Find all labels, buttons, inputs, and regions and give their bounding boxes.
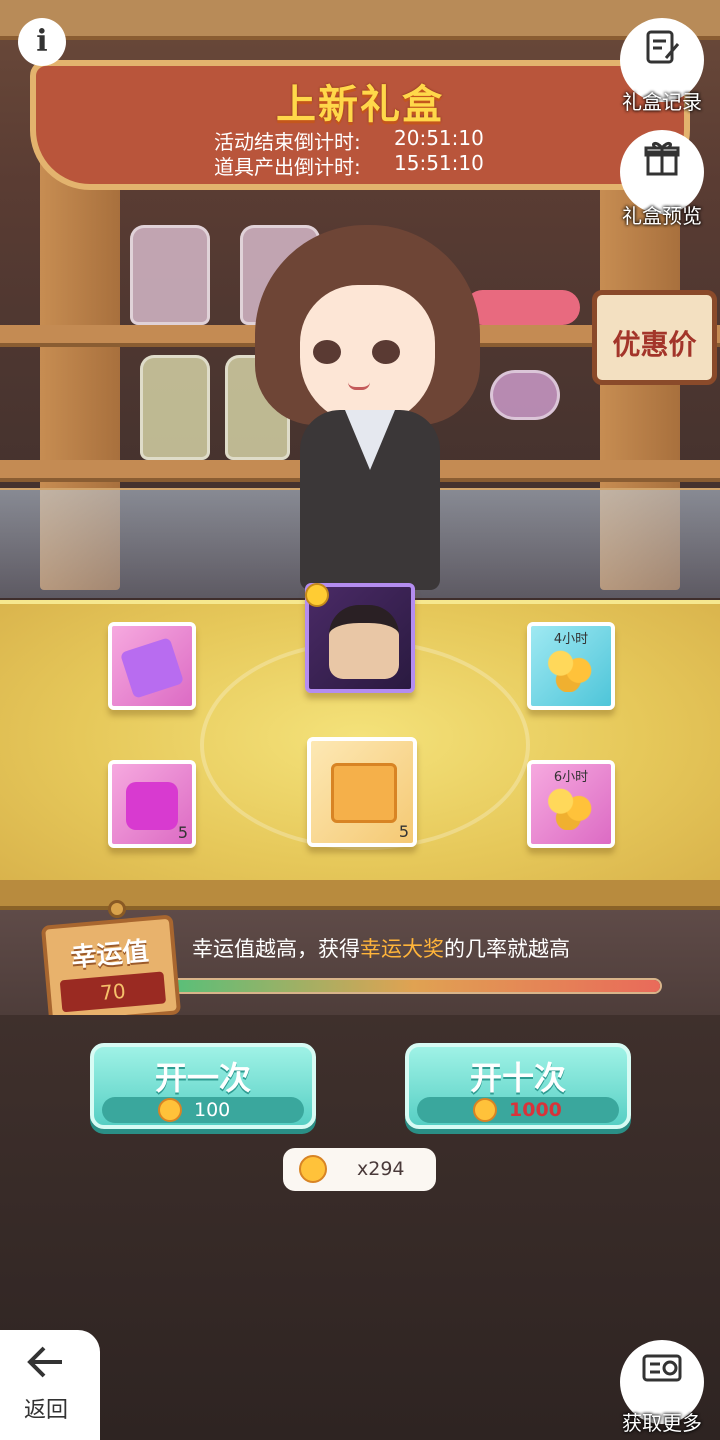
- reward-card-chest[interactable]: 5: [307, 737, 417, 847]
- gift-record-label: 礼盒记录: [622, 90, 702, 114]
- info-icon: i: [36, 24, 48, 59]
- open-once-cost-value: 100: [194, 1099, 231, 1121]
- plaque-pin: [108, 900, 126, 918]
- item-output-value: 15:51:10: [394, 151, 484, 175]
- open-ten-label: 开十次: [469, 1059, 566, 1097]
- pink-box-icon: [126, 782, 178, 830]
- character-eye: [313, 340, 341, 364]
- candy-bowl: [490, 370, 560, 420]
- luck-text-highlight: 幸运大奖: [360, 937, 444, 961]
- ticket-icon: [620, 1348, 704, 1397]
- gold-coins-icon: [545, 644, 597, 692]
- luck-value: 70: [59, 971, 167, 1013]
- coin-icon: [299, 1155, 327, 1183]
- item-output-countdown: 道具产出倒计时: 15:51:10: [214, 151, 514, 180]
- ceiling-beam: [0, 0, 720, 40]
- coin-balance: x294: [283, 1148, 436, 1191]
- luck-label: 幸运值: [69, 936, 150, 974]
- reward-card-hero[interactable]: [305, 583, 415, 693]
- reward-card-coins-6h[interactable]: 6小时: [527, 760, 615, 848]
- gift-box-screen: 上新礼盒 活动结束倒计时: 20:51:10 道具产出倒计时: 15:51:10…: [0, 0, 720, 1440]
- open-ten-button[interactable]: 开十次 1000: [405, 1043, 631, 1129]
- hero-badge-icon: [305, 583, 329, 607]
- gold-coins-icon: [545, 782, 597, 830]
- luck-progress-bar: [165, 978, 662, 994]
- discount-sign-text: 优惠价: [612, 328, 697, 361]
- luck-description: 幸运值越高，获得幸运大奖的几率就越高: [192, 933, 570, 963]
- hero-portrait-icon: [329, 605, 399, 679]
- coin-icon: [158, 1098, 182, 1122]
- coin-balance-value: x294: [357, 1158, 405, 1180]
- back-button[interactable]: 返回: [0, 1330, 100, 1440]
- coin-icon: [473, 1098, 497, 1122]
- gift-icon: [620, 138, 704, 187]
- item-output-label: 道具产出倒计时:: [214, 155, 361, 179]
- treasure-chest-icon: [331, 763, 397, 823]
- luck-plaque: 幸运值 70: [40, 914, 182, 1026]
- back-label: 返回: [23, 1398, 68, 1423]
- purple-bar-icon: [119, 637, 185, 699]
- arrow-left-icon: [0, 1342, 92, 1392]
- candy-jar: [130, 225, 210, 325]
- activity-end-value: 20:51:10: [394, 126, 484, 150]
- get-more-label: 获取更多: [622, 1411, 702, 1435]
- luck-text-suffix: 的几率就越高: [444, 937, 570, 961]
- candy-jar: [140, 355, 210, 460]
- reward-qty: 5: [177, 823, 188, 842]
- reward-card-pink-box[interactable]: 5: [108, 760, 196, 848]
- character-eye: [372, 340, 400, 364]
- info-button[interactable]: i: [18, 18, 66, 66]
- notepad-icon: [620, 26, 704, 75]
- reward-card-purple-bar[interactable]: [108, 622, 196, 710]
- open-ten-cost-value: 1000: [509, 1099, 562, 1121]
- discount-sign: 优惠价: [592, 290, 717, 385]
- open-once-button[interactable]: 开一次 100: [90, 1043, 316, 1129]
- reward-card-coins-4h[interactable]: 4小时: [527, 622, 615, 710]
- gift-preview-label: 礼盒预览: [622, 204, 702, 228]
- luck-progress-fill: [167, 980, 660, 992]
- open-ten-cost: 1000: [417, 1097, 619, 1123]
- reward-qty: 5: [398, 822, 409, 841]
- luck-text-prefix: 幸运值越高，获得: [192, 937, 360, 961]
- candy-pile: [465, 290, 580, 325]
- open-once-label: 开一次: [154, 1059, 251, 1097]
- open-once-cost: 100: [102, 1097, 304, 1123]
